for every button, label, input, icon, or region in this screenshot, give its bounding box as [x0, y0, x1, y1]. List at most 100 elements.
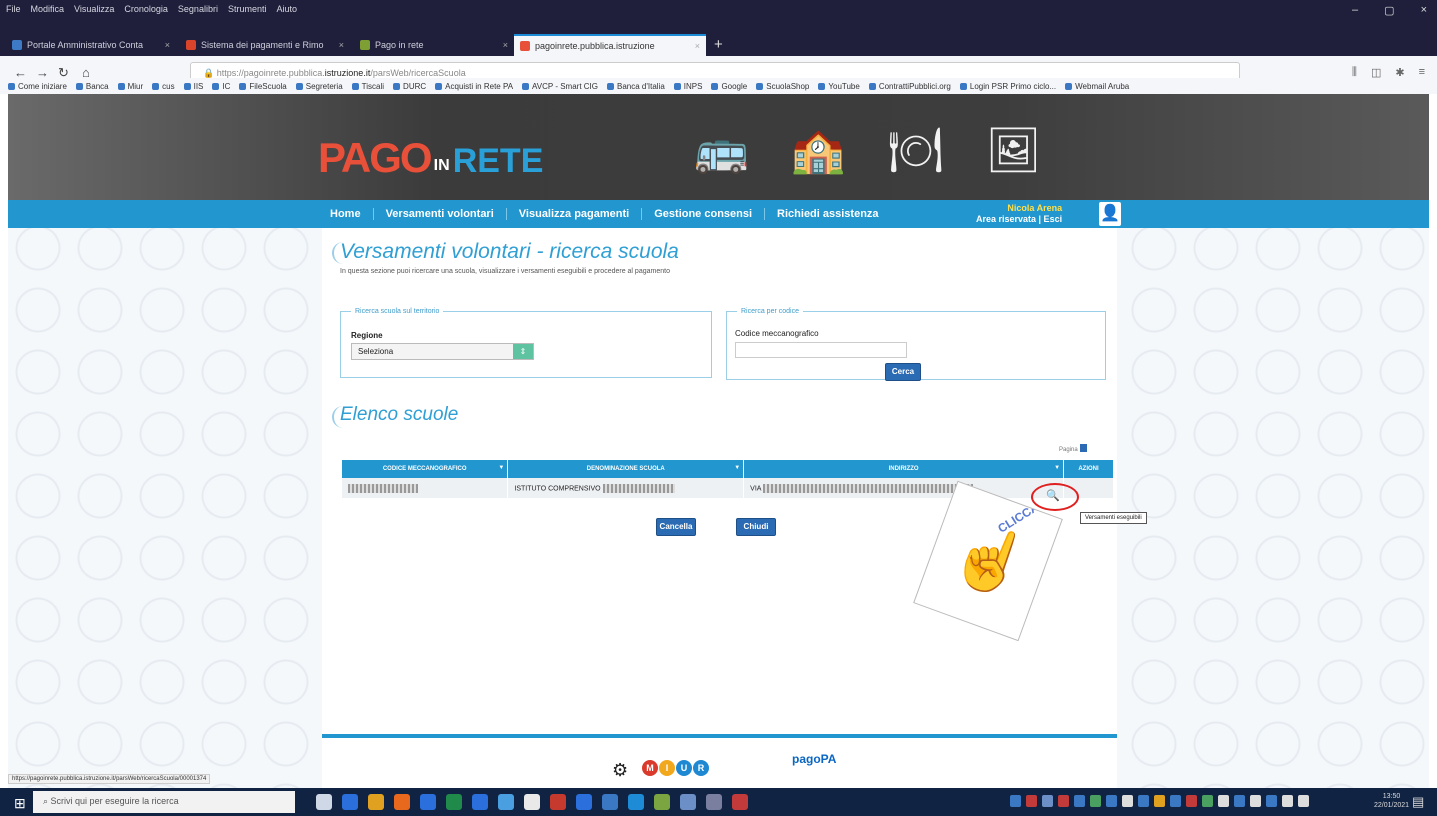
- files-icon[interactable]: [498, 794, 514, 810]
- bookmark-item[interactable]: Login PSR Primo ciclo...: [960, 82, 1056, 91]
- app-icon[interactable]: [602, 794, 618, 810]
- pager-page-button[interactable]: [1079, 444, 1087, 452]
- menu-segnalibri[interactable]: Segnalibri: [178, 4, 218, 14]
- col-codice[interactable]: CODICE MECCANOGRAFICO ▼: [342, 460, 509, 478]
- tab-pago-in-rete[interactable]: Pago in rete ×: [354, 34, 514, 56]
- excel-icon[interactable]: [446, 794, 462, 810]
- search-button[interactable]: Cerca: [885, 363, 921, 381]
- close-window-button[interactable]: ×: [1421, 4, 1427, 17]
- bookmark-item[interactable]: FileScuola: [239, 82, 286, 91]
- tray-icon[interactable]: [1218, 795, 1229, 807]
- menu-visualizza[interactable]: Visualizza: [74, 4, 114, 14]
- tray-icon[interactable]: [1106, 795, 1117, 807]
- edge-icon[interactable]: [342, 794, 358, 810]
- user-avatar-icon[interactable]: 👤: [1099, 202, 1121, 226]
- menu-modifica[interactable]: Modifica: [31, 4, 65, 14]
- tray-icon[interactable]: [1138, 795, 1149, 807]
- bookmark-item[interactable]: Webmail Aruba: [1065, 82, 1129, 91]
- tab-pagoinrete-active[interactable]: pagoinrete.pubblica.istruzione ×: [514, 34, 706, 56]
- bookmark-item[interactable]: IC: [212, 82, 230, 91]
- app-icon[interactable]: [680, 794, 696, 810]
- nav-home[interactable]: Home: [318, 208, 374, 220]
- bookmark-item[interactable]: Google: [711, 82, 747, 91]
- skype-icon[interactable]: [628, 794, 644, 810]
- tab-close-icon[interactable]: ×: [695, 41, 700, 51]
- select-arrow-icon[interactable]: ⇕: [513, 344, 533, 359]
- tray-icon[interactable]: [1250, 795, 1261, 807]
- volume-icon[interactable]: [1282, 795, 1293, 807]
- region-select[interactable]: Seleziona ⇕: [351, 343, 534, 360]
- tray-icon[interactable]: [1234, 795, 1245, 807]
- bookmark-item[interactable]: ContrattiPubblici.org: [869, 82, 951, 91]
- bookmark-item[interactable]: IIS: [184, 82, 204, 91]
- new-tab-button[interactable]: +: [714, 36, 723, 53]
- outlook-icon[interactable]: [472, 794, 488, 810]
- pagoinrete-logo[interactable]: PAGO IN RETE: [318, 134, 543, 182]
- taskbar-clock[interactable]: 13:50 22/01/2021: [1374, 792, 1409, 810]
- task-view-icon[interactable]: [316, 794, 332, 810]
- bookmark-item[interactable]: AVCP - Smart CIG: [522, 82, 598, 91]
- app-icon[interactable]: [732, 794, 748, 810]
- notepad-icon[interactable]: [524, 794, 540, 810]
- bookmark-item[interactable]: Miur: [118, 82, 144, 91]
- windows-start-icon[interactable]: ⊞: [14, 795, 26, 812]
- tray-icon[interactable]: [1090, 795, 1101, 807]
- bookmark-item[interactable]: ScuolaShop: [756, 82, 809, 91]
- menu-strumenti[interactable]: Strumenti: [228, 4, 267, 14]
- word-icon[interactable]: [420, 794, 436, 810]
- table-header-row: CODICE MECCANOGRAFICO ▼ DENOMINAZIONE SCU…: [342, 460, 1114, 478]
- chrome-icon[interactable]: [368, 794, 384, 810]
- menu-file[interactable]: File: [6, 4, 21, 14]
- bookmark-item[interactable]: Segreteria: [296, 82, 343, 91]
- sort-icon: ▼: [734, 465, 741, 471]
- bookmark-item[interactable]: DURC: [393, 82, 426, 91]
- bookmark-item[interactable]: Tiscali: [352, 82, 384, 91]
- bookmark-item[interactable]: cus: [152, 82, 174, 91]
- search-action-icon[interactable]: 🔍: [1046, 489, 1060, 502]
- tray-icon[interactable]: [1010, 795, 1021, 807]
- bookmark-item[interactable]: INPS: [674, 82, 703, 91]
- tab-close-icon[interactable]: ×: [503, 40, 508, 50]
- taskbar-search[interactable]: ⌕ Scrivi qui per eseguire la ricerca: [33, 791, 295, 813]
- user-links[interactable]: Area riservata | Esci: [976, 214, 1062, 225]
- code-input[interactable]: [735, 342, 907, 358]
- bookmark-item[interactable]: Banca: [76, 82, 109, 91]
- tab-portale[interactable]: Portale Amministrativo Conta ×: [6, 34, 176, 56]
- app-icon[interactable]: [576, 794, 592, 810]
- menu-aiuto[interactable]: Aiuto: [276, 4, 297, 14]
- bookmark-item[interactable]: Acquisti in Rete PA: [435, 82, 513, 91]
- tray-icon[interactable]: [1026, 795, 1037, 807]
- col-denominazione[interactable]: DENOMINAZIONE SCUOLA ▼: [507, 460, 745, 478]
- app-icon[interactable]: [654, 794, 670, 810]
- menu-cronologia[interactable]: Cronologia: [124, 4, 168, 14]
- bookmark-item[interactable]: Banca d'Italia: [607, 82, 665, 91]
- bookmark-item[interactable]: Come iniziare: [8, 82, 67, 91]
- bookmark-item[interactable]: YouTube: [818, 82, 859, 91]
- col-indirizzo[interactable]: INDIRIZZO ▼: [743, 460, 1065, 478]
- notifications-icon[interactable]: ▤: [1412, 794, 1424, 810]
- nav-gestione-consensi[interactable]: Gestione consensi: [642, 208, 766, 220]
- app-icon[interactable]: [706, 794, 722, 810]
- tray-icon[interactable]: [1170, 795, 1181, 807]
- network-icon[interactable]: [1298, 795, 1309, 807]
- tray-icon[interactable]: [1186, 795, 1197, 807]
- minimize-button[interactable]: –: [1352, 4, 1358, 17]
- cancel-button[interactable]: Cancella: [656, 518, 696, 536]
- nav-richiedi-assistenza[interactable]: Richiedi assistenza: [765, 208, 891, 220]
- nav-visualizza-pagamenti[interactable]: Visualizza pagamenti: [507, 208, 643, 220]
- tab-close-icon[interactable]: ×: [165, 40, 170, 50]
- tray-icon[interactable]: [1042, 795, 1053, 807]
- tray-icon[interactable]: [1058, 795, 1069, 807]
- tab-close-icon[interactable]: ×: [339, 40, 344, 50]
- access-icon[interactable]: [550, 794, 566, 810]
- close-button[interactable]: Chiudi: [736, 518, 776, 536]
- tray-icon[interactable]: [1122, 795, 1133, 807]
- tray-icon[interactable]: [1266, 795, 1277, 807]
- tray-icon[interactable]: [1154, 795, 1165, 807]
- tray-icon[interactable]: [1074, 795, 1085, 807]
- nav-versamenti-volontari[interactable]: Versamenti volontari: [374, 208, 507, 220]
- firefox-icon[interactable]: [394, 794, 410, 810]
- tray-icon[interactable]: [1202, 795, 1213, 807]
- tab-sistema-pagamenti[interactable]: Sistema dei pagamenti e Rimo ×: [180, 34, 350, 56]
- maximize-button[interactable]: ▢: [1384, 4, 1394, 17]
